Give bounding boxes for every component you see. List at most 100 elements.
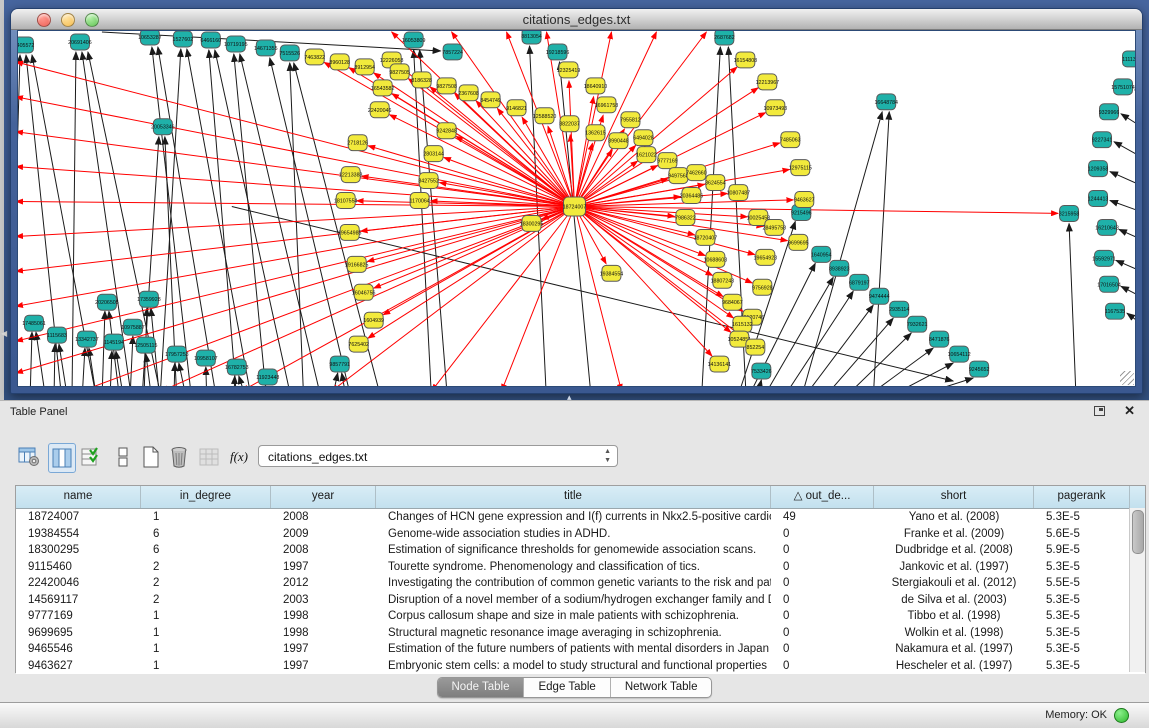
table-cell[interactable]: 2 <box>141 559 271 576</box>
table-cell[interactable]: 0 <box>771 559 874 576</box>
column-header-year[interactable]: year <box>271 486 376 508</box>
table-cell[interactable]: 5.3E-5 <box>1034 625 1130 642</box>
table-cell[interactable]: 2008 <box>271 542 376 559</box>
table-cell[interactable]: 6 <box>141 526 271 543</box>
table-cell[interactable]: 6 <box>141 542 271 559</box>
table-cell[interactable]: 1997 <box>271 658 376 675</box>
table-cell[interactable]: de Silva et al. (2003) <box>874 592 1034 609</box>
table-cell[interactable]: 1 <box>141 509 271 526</box>
table-cell[interactable]: 1997 <box>271 559 376 576</box>
table-cell[interactable]: Hescheler et al. (1997) <box>874 658 1034 675</box>
select-columns-button[interactable] <box>78 443 104 471</box>
table-cell[interactable]: 5.5E-5 <box>1034 575 1130 592</box>
table-cell[interactable]: 1 <box>141 658 271 675</box>
table-cell[interactable]: 5.3E-5 <box>1034 592 1130 609</box>
tab-node-table[interactable]: Node Table <box>438 678 525 697</box>
import-table-button[interactable] <box>196 443 222 471</box>
table-cell[interactable]: Nakamura et al. (1997) <box>874 641 1034 658</box>
table-cell[interactable]: Corpus callosum shape and size in male p… <box>376 608 771 625</box>
close-panel-icon[interactable]: ✕ <box>1124 403 1135 419</box>
tab-network-table[interactable]: Network Table <box>611 678 712 697</box>
table-cell[interactable]: Franke et al. (2009) <box>874 526 1034 543</box>
memory-ok-indicator[interactable] <box>1114 708 1129 723</box>
table-cell[interactable]: 5.3E-5 <box>1034 641 1130 658</box>
column-header-pagerank[interactable]: pagerank <box>1034 486 1130 508</box>
table-row[interactable]: 911546021997Tourette syndrome. Phenomeno… <box>16 559 1145 576</box>
create-column-button[interactable] <box>138 443 164 471</box>
table-cell[interactable]: Dudbridge et al. (2008) <box>874 542 1034 559</box>
table-cell[interactable]: 2008 <box>271 509 376 526</box>
network-canvas[interactable]: 9405572206914061065328715276026466160107… <box>17 30 1136 387</box>
table-cell[interactable]: 14569117 <box>16 592 141 609</box>
table-cell[interactable]: 22420046 <box>16 575 141 592</box>
delete-column-button[interactable] <box>166 443 192 471</box>
table-cell[interactable]: 5.3E-5 <box>1034 509 1130 526</box>
table-cell[interactable]: Jankovic et al. (1997) <box>874 559 1034 576</box>
table-cell[interactable]: Tourette syndrome. Phenomenology and cla… <box>376 559 771 576</box>
table-cell[interactable]: 9777169 <box>16 608 141 625</box>
table-row[interactable]: 1456911722003Disruption of a novel membe… <box>16 592 1145 609</box>
table-cell[interactable]: 0 <box>771 658 874 675</box>
table-cell[interactable]: 49 <box>771 509 874 526</box>
column-header-title[interactable]: title <box>376 486 771 508</box>
table-cell[interactable]: 5.3E-5 <box>1034 559 1130 576</box>
table-cell[interactable]: Changes of HCN gene expression and I(f) … <box>376 509 771 526</box>
table-cell[interactable]: Estimation of the future numbers of pati… <box>376 641 771 658</box>
table-cell[interactable]: Estimation of significance thresholds fo… <box>376 542 771 559</box>
table-cell[interactable]: Tibbo et al. (1998) <box>874 608 1034 625</box>
table-cell[interactable]: 1 <box>141 625 271 642</box>
table-cell[interactable]: 18300295 <box>16 542 141 559</box>
table-cell[interactable]: 1998 <box>271 625 376 642</box>
table-cell[interactable]: 5.3E-5 <box>1034 608 1130 625</box>
panel-collapse-arrow-icon[interactable]: ◀ <box>1 330 7 338</box>
table-cell[interactable]: 0 <box>771 608 874 625</box>
table-cell[interactable]: Stergiakouli et al. (2012) <box>874 575 1034 592</box>
function-builder-button[interactable]: f(x) <box>226 443 252 471</box>
table-cell[interactable]: 9465546 <box>16 641 141 658</box>
table-cell[interactable]: 0 <box>771 542 874 559</box>
table-cell[interactable]: 18724007 <box>16 509 141 526</box>
table-cell[interactable]: Structural magnetic resonance image aver… <box>376 625 771 642</box>
table-cell[interactable]: 9115460 <box>16 559 141 576</box>
table-cell[interactable]: Genome-wide association studies in ADHD. <box>376 526 771 543</box>
table-row[interactable]: 1872400712008Changes of HCN gene express… <box>16 509 1145 526</box>
table-cell[interactable]: Wolkin et al. (1998) <box>874 625 1034 642</box>
table-cell[interactable]: 5.6E-5 <box>1034 526 1130 543</box>
table-cell[interactable]: Embryonic stem cells: a model to study s… <box>376 658 771 675</box>
table-cell[interactable]: Yano et al. (2008) <box>874 509 1034 526</box>
column-header-out_de[interactable]: △ out_de... <box>771 486 874 508</box>
table-cell[interactable]: 2003 <box>271 592 376 609</box>
tab-edge-table[interactable]: Edge Table <box>524 678 610 697</box>
column-header-short[interactable]: short <box>874 486 1034 508</box>
network-window-titlebar[interactable]: citations_edges.txt <box>11 9 1142 30</box>
table-row[interactable]: 946554611997Estimation of the future num… <box>16 641 1145 658</box>
table-row[interactable]: 2242004622012Investigating the contribut… <box>16 575 1145 592</box>
table-row[interactable]: 1938455462009Genome-wide association stu… <box>16 526 1145 543</box>
table-cell[interactable]: 19384554 <box>16 526 141 543</box>
table-cell[interactable]: 0 <box>771 526 874 543</box>
table-cell[interactable]: Disruption of a novel member of a sodium… <box>376 592 771 609</box>
table-cell[interactable]: 2 <box>141 592 271 609</box>
table-cell[interactable]: 9699695 <box>16 625 141 642</box>
row-options-button[interactable] <box>110 443 136 471</box>
table-cell[interactable]: 1997 <box>271 641 376 658</box>
table-cell[interactable]: 0 <box>771 625 874 642</box>
float-panel-icon[interactable] <box>1094 406 1105 416</box>
table-scrollbar-thumb[interactable] <box>1132 510 1144 554</box>
table-row[interactable]: 1830029562008Estimation of significance … <box>16 542 1145 559</box>
table-cell[interactable]: 1998 <box>271 608 376 625</box>
table-cell[interactable]: 9463627 <box>16 658 141 675</box>
show-column-button[interactable] <box>48 443 76 473</box>
table-cell[interactable]: Investigating the contribution of common… <box>376 575 771 592</box>
table-mode-button[interactable] <box>16 443 42 471</box>
table-select-dropdown[interactable]: citations_edges.txt ▲▼ <box>258 445 618 467</box>
table-cell[interactable]: 1 <box>141 608 271 625</box>
table-row[interactable]: 969969511998Structural magnetic resonanc… <box>16 625 1145 642</box>
table-cell[interactable]: 0 <box>771 592 874 609</box>
table-cell[interactable]: 1 <box>141 641 271 658</box>
table-cell[interactable]: 2009 <box>271 526 376 543</box>
table-cell[interactable]: 2 <box>141 575 271 592</box>
table-row[interactable]: 946362711997Embryonic stem cells: a mode… <box>16 658 1145 675</box>
table-cell[interactable]: 2012 <box>271 575 376 592</box>
table-row[interactable]: 977716911998Corpus callosum shape and si… <box>16 608 1145 625</box>
